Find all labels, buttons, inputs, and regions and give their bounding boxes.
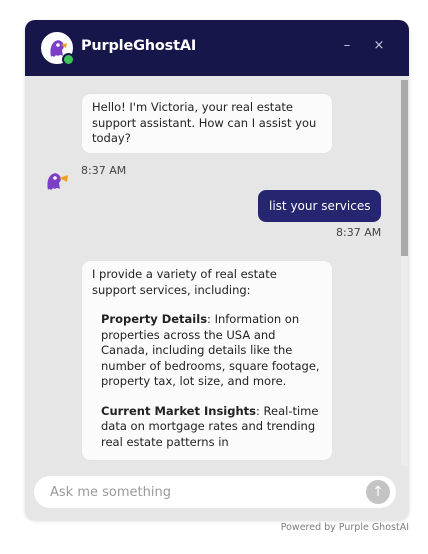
message-timestamp: 8:37 AM	[336, 226, 382, 239]
bot-avatar-icon	[47, 173, 68, 190]
chat-title: PurpleGhostAI	[81, 38, 197, 54]
chat-widget: PurpleGhostAI – × Hello! I'm Victoria, y…	[25, 20, 409, 520]
input-bar: ↑	[25, 466, 409, 520]
service-item: Property Details: Information on propert…	[101, 312, 322, 390]
powered-by-text: Powered by Purple GhostAI	[280, 522, 409, 533]
user-message: list your services	[258, 190, 382, 222]
scrollbar-thumb[interactable]	[401, 80, 408, 256]
scrollbar[interactable]	[401, 80, 408, 466]
arrow-up-icon: ↑	[372, 484, 384, 500]
send-button[interactable]: ↑	[366, 480, 390, 504]
message-intro: I provide a variety of real estate suppo…	[92, 267, 277, 297]
online-status-icon	[62, 53, 75, 66]
service-item: Current Market Insights: Real-time data …	[101, 404, 322, 451]
message-list[interactable]: Hello! I'm Victoria, your real estate su…	[25, 76, 409, 466]
message-timestamp: 8:37 AM	[81, 164, 127, 177]
chat-header: PurpleGhostAI – ×	[25, 20, 409, 76]
service-title: Property Details	[101, 312, 208, 326]
minimize-button[interactable]: –	[338, 37, 356, 55]
bot-message: I provide a variety of real estate suppo…	[82, 261, 332, 460]
message-input[interactable]	[34, 476, 396, 508]
close-button[interactable]: ×	[370, 37, 388, 55]
bot-message: Hello! I'm Victoria, your real estate su…	[82, 94, 332, 153]
service-title: Current Market Insights	[101, 403, 256, 418]
